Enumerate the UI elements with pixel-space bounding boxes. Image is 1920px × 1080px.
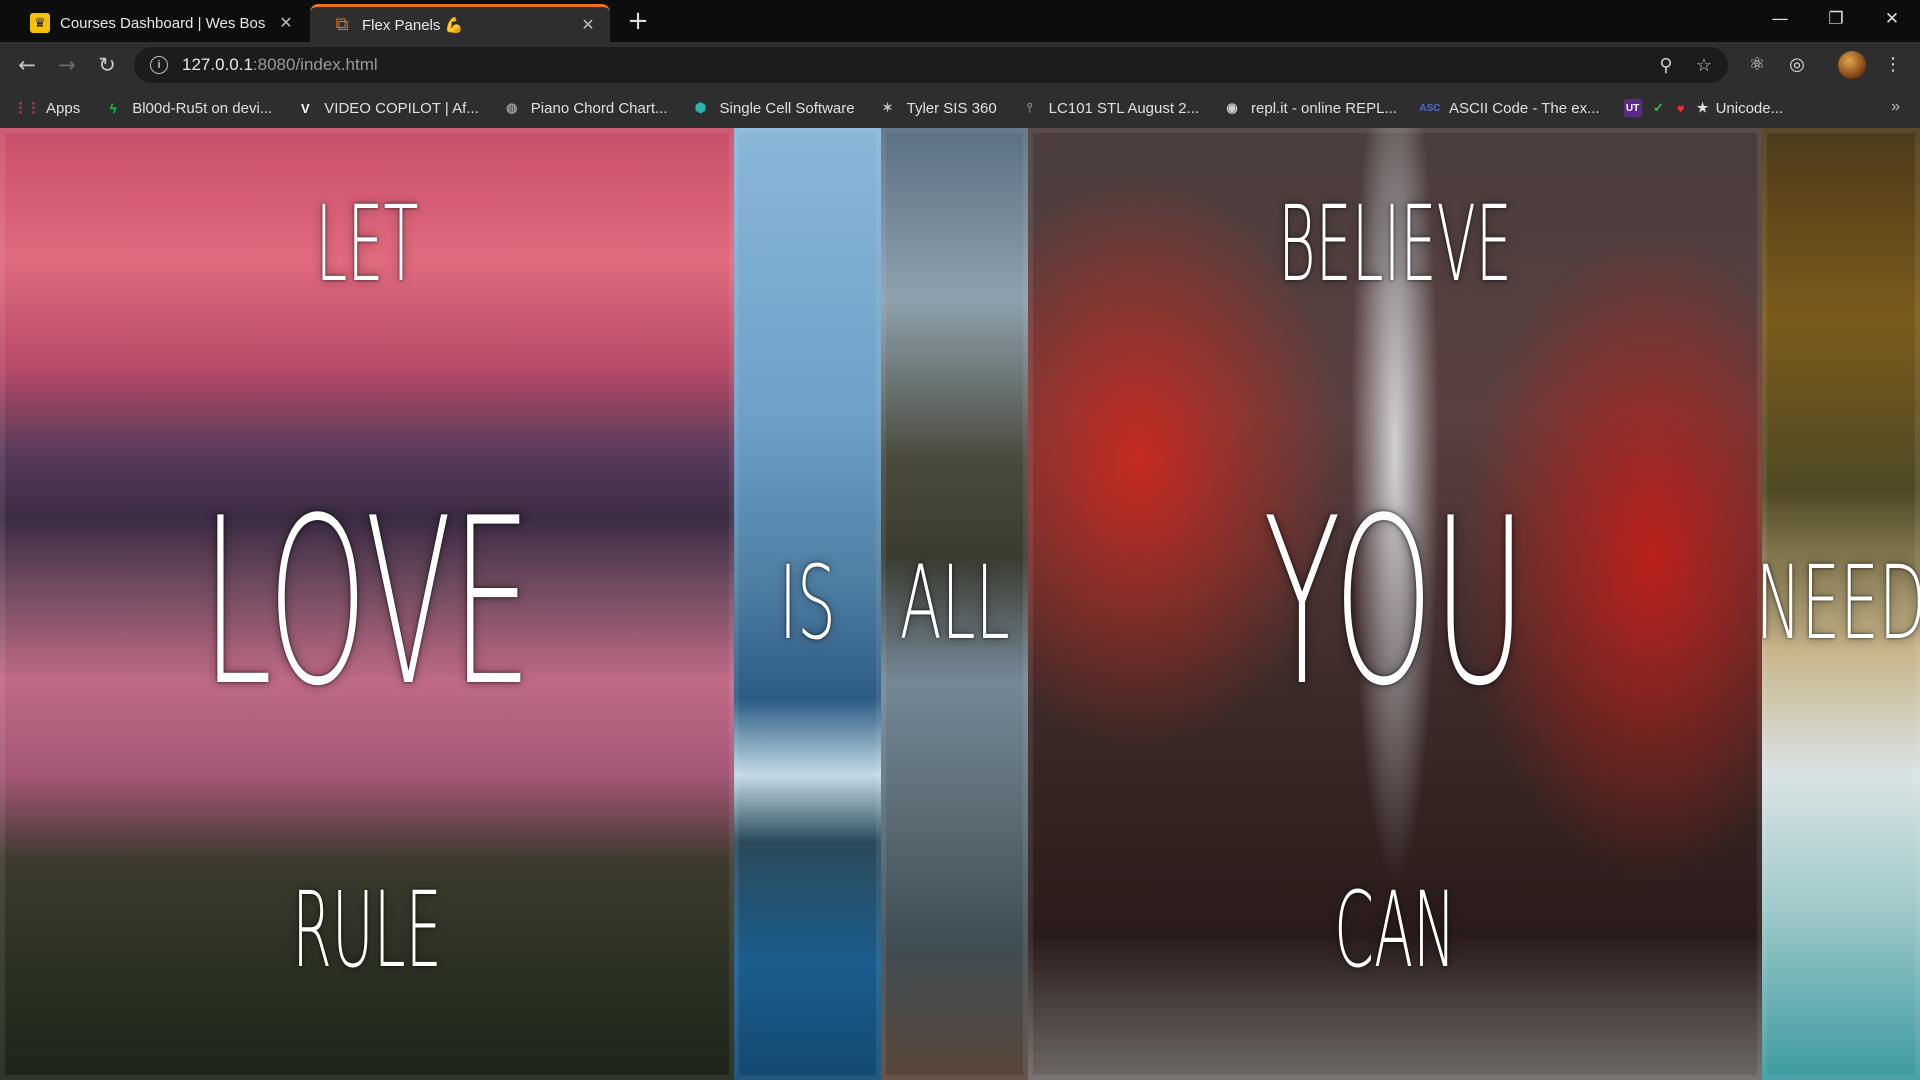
bookmarks-overflow-icon[interactable]: » bbox=[1891, 98, 1900, 116]
bookmark-label: VIDEO COPILOT | Af... bbox=[324, 99, 479, 117]
browser-toolbar: ← → ↻ i 127.0.0.1 :8080/index.html ⚲ ☆ ⚛… bbox=[0, 42, 1920, 88]
bookmark-ascii[interactable]: ASC ASCII Code - The ex... bbox=[1419, 99, 1600, 117]
site-info-icon[interactable]: i bbox=[150, 56, 168, 74]
panel-middle-word: You bbox=[1263, 470, 1527, 737]
bookmarks-bar: ⋮⋮ Apps ϟ Bl00d-Ru5t on devi... V VIDEO … bbox=[0, 88, 1920, 128]
tyler-icon: ✶ bbox=[882, 100, 894, 115]
panel-1[interactable]: Let Love Rule bbox=[0, 128, 734, 1080]
url-path: :8080/index.html bbox=[252, 55, 378, 74]
bookmark-label: ASCII Code - The ex... bbox=[1448, 99, 1600, 117]
replit-icon: ◉ bbox=[1226, 100, 1238, 115]
url-host: 127.0.0.1 bbox=[182, 55, 253, 74]
address-bar[interactable]: i 127.0.0.1 :8080/index.html ⚲ ☆ bbox=[134, 47, 1728, 83]
bookmark-single-cell[interactable]: ⬢ Single Cell Software bbox=[692, 99, 855, 117]
bookmark-label: Apps bbox=[46, 99, 81, 117]
profile-avatar[interactable] bbox=[1838, 51, 1866, 79]
launchcode-icon: ⫯ bbox=[1026, 100, 1033, 115]
bookmark-label: repl.it - online REPL... bbox=[1251, 99, 1397, 117]
bookmark-deviantart[interactable]: ϟ Bl00d-Ru5t on devi... bbox=[104, 99, 273, 117]
bookmark-label: Unicode... bbox=[1715, 99, 1784, 117]
ascii-icon: ASC bbox=[1419, 102, 1441, 114]
bookmark-label: Tyler SIS 360 bbox=[906, 99, 997, 117]
globe-icon: ◍ bbox=[506, 100, 518, 115]
panel-middle-word: Is bbox=[779, 544, 836, 663]
panel-top-word: Let bbox=[315, 183, 419, 305]
extension-target-icon[interactable]: ◎ bbox=[1784, 52, 1810, 78]
restore-icon[interactable]: ❐ bbox=[1808, 0, 1864, 38]
panel-4[interactable]: Believe You Can bbox=[1028, 128, 1762, 1080]
bookmark-label: LC101 STL August 2... bbox=[1048, 99, 1200, 117]
panel-middle-word: Love bbox=[202, 470, 532, 737]
bookmark-star-icon[interactable]: ☆ bbox=[1692, 53, 1716, 77]
bookmark-piano-chord[interactable]: ◍ Piano Chord Chart... bbox=[503, 99, 668, 117]
deviantart-icon: ϟ bbox=[109, 100, 117, 116]
ut-icon: UT bbox=[1623, 99, 1642, 117]
videocopilot-icon: V bbox=[300, 100, 310, 116]
checkmark-icon: ✓ bbox=[1653, 100, 1665, 115]
bookmark-label: Piano Chord Chart... bbox=[530, 99, 668, 117]
flex-panels-icon: ⧉ bbox=[335, 14, 349, 34]
bookmark-label: Single Cell Software bbox=[719, 99, 855, 117]
wesbos-crown-icon: ♛ bbox=[30, 13, 50, 33]
panel-5[interactable]: Need bbox=[1762, 128, 1920, 1080]
reload-icon[interactable]: ↻ bbox=[92, 50, 122, 80]
new-tab-button[interactable]: + bbox=[622, 6, 654, 38]
panel-middle-word: Need bbox=[1762, 544, 1920, 663]
bookmark-videocopilot[interactable]: V VIDEO COPILOT | Af... bbox=[296, 99, 479, 117]
tab-title: Flex Panels 💪 bbox=[362, 16, 464, 34]
menu-kebab-icon[interactable]: ⋮ bbox=[1880, 52, 1906, 78]
react-devtools-icon[interactable]: ⚛ bbox=[1744, 52, 1770, 78]
bookmark-apps[interactable]: ⋮⋮ Apps bbox=[14, 99, 81, 117]
forward-arrow-icon[interactable]: → bbox=[52, 50, 82, 80]
bookmark-unicode[interactable]: UT ✓ ♥ ★ Unicode... bbox=[1623, 99, 1784, 117]
bookmark-replit[interactable]: ◉ repl.it - online REPL... bbox=[1223, 99, 1397, 117]
panel-bottom-word: Can bbox=[1334, 869, 1456, 991]
window-close-icon[interactable]: ✕ bbox=[1864, 0, 1920, 38]
zoom-icon[interactable]: ⚲ bbox=[1654, 53, 1678, 77]
star-icon: ★ bbox=[1696, 100, 1709, 115]
tab-title: Courses Dashboard | Wes Bos bbox=[60, 14, 266, 32]
bookmark-lc101[interactable]: ⫯ LC101 STL August 2... bbox=[1021, 99, 1199, 117]
heart-icon: ♥ bbox=[1676, 100, 1685, 116]
tab-flex-panels[interactable]: ⧉ Flex Panels 💪 ✕ bbox=[310, 4, 610, 42]
close-icon[interactable]: ✕ bbox=[578, 15, 598, 35]
panel-middle-word: All bbox=[899, 544, 1010, 663]
back-arrow-icon[interactable]: ← bbox=[12, 50, 42, 80]
panel-2[interactable]: Is bbox=[734, 128, 881, 1080]
bookmark-tyler-sis[interactable]: ✶ Tyler SIS 360 bbox=[879, 99, 997, 117]
flex-panels: Let Love Rule Is All Believe You Can Nee… bbox=[0, 128, 1920, 1080]
bookmark-label: Bl00d-Ru5t on devi... bbox=[132, 99, 273, 117]
cube-icon: ⬢ bbox=[694, 100, 707, 115]
panel-3[interactable]: All bbox=[881, 128, 1028, 1080]
tab-strip: ♛ Courses Dashboard | Wes Bos ✕ ⧉ Flex P… bbox=[0, 0, 1920, 42]
panel-top-word: Believe bbox=[1278, 183, 1512, 305]
tab-courses-dashboard[interactable]: ♛ Courses Dashboard | Wes Bos ✕ bbox=[8, 4, 308, 42]
apps-grid-icon: ⋮⋮ bbox=[14, 100, 40, 115]
panel-bottom-word: Rule bbox=[292, 869, 442, 991]
minimize-icon[interactable]: — bbox=[1752, 0, 1808, 38]
close-icon[interactable]: ✕ bbox=[276, 13, 296, 33]
